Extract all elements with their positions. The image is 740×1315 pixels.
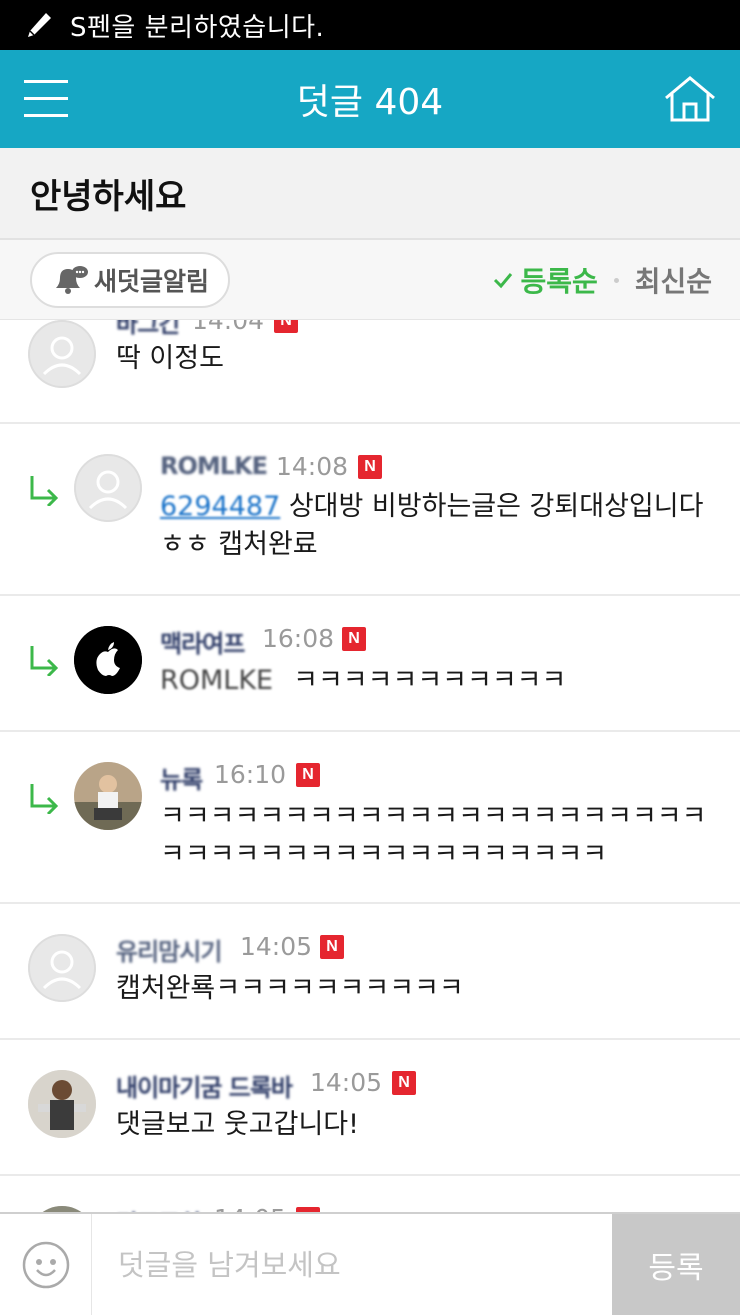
- hamburger-menu-icon[interactable]: [24, 80, 70, 120]
- comment-item: 뉴록 16:10 N ㅋㅋㅋㅋㅋㅋㅋㅋㅋㅋㅋㅋㅋㅋㅋㅋㅋㅋㅋㅋㅋㅋㅋㅋㅋㅋㅋㅋㅋ…: [0, 732, 740, 904]
- post-title: 안녕하세요: [30, 176, 187, 217]
- check-icon: [494, 273, 513, 289]
- default-avatar-icon: [28, 320, 96, 388]
- default-avatar-icon: [74, 454, 142, 522]
- comment-item: ROMLKE 14:08 N 6294487 상대방 비방하는글은 강퇴대상입니…: [0, 424, 740, 596]
- separator-dot: [613, 277, 619, 283]
- comment-input[interactable]: [94, 1214, 612, 1315]
- sort-options: 등록순 최신순: [492, 260, 712, 300]
- new-badge: N: [274, 320, 298, 333]
- alert-button-label: 새덧글알림: [94, 267, 210, 296]
- comment-text: 댓글보고 웃고갑니다!: [116, 1109, 359, 1140]
- comment-author[interactable]: 바그긴: [116, 320, 180, 339]
- reply-arrow-icon: [30, 784, 59, 814]
- comment-list: 바그긴 14:04 N 딱 이정도 ROMLKE 14:08 N 6294487…: [0, 320, 740, 1212]
- comment-item: 내이마기굼 드록바 14:05 N 댓글보고 웃고갑니다!: [0, 1040, 740, 1176]
- submit-button[interactable]: 등록: [612, 1214, 740, 1315]
- status-bar: S펜을 분리하였습니다.: [0, 0, 740, 50]
- comment-time: 14:05: [214, 1204, 286, 1212]
- default-avatar-icon: [28, 934, 96, 1002]
- status-text: S펜을 분리하였습니다.: [70, 12, 325, 43]
- comment-text: 딱 이정도: [116, 343, 224, 374]
- comment-time: 14:08: [276, 452, 349, 481]
- page-title: 덧글 404: [296, 82, 444, 123]
- comment-author[interactable]: 갓프로치: [116, 1204, 201, 1212]
- emoji-button[interactable]: [0, 1214, 92, 1315]
- comment-author[interactable]: 유리맘시기: [116, 932, 222, 967]
- comment-text: ㅋㅋㅋㅋㅋㅋㅋㅋㅋㅋㅋㅋㅋㅋㅋㅋㅋㅋㅋㅋㅋㅋㅋㅋㅋㅋㅋㅋㅋㅋㅋㅋㅋㅋㅋㅋㅋㅋㅋㅋ: [160, 801, 707, 870]
- pen-icon: [28, 13, 51, 37]
- new-badge: N: [320, 935, 344, 959]
- apple-avatar-icon: [74, 626, 142, 694]
- new-badge: N: [358, 455, 382, 479]
- comment-author[interactable]: 뉴록: [160, 760, 203, 795]
- new-badge: N: [296, 763, 320, 787]
- comment-item: 유리맘시기 14:05 N 캡처완룍ㅋㅋㅋㅋㅋㅋㅋㅋㅋㅋ: [0, 904, 740, 1040]
- comment-input-bar: 등록: [0, 1212, 740, 1315]
- comment-item: 맥라여프 16:08 N ROMLKE ㅋㅋㅋㅋㅋㅋㅋㅋㅋㅋㅋ: [0, 596, 740, 732]
- comment-time: 16:10: [214, 760, 287, 789]
- mention-link[interactable]: 6294487: [160, 491, 280, 522]
- reply-arrow-icon: [30, 476, 59, 506]
- bell-icon: [56, 266, 88, 294]
- sticker-icon: [22, 1241, 69, 1288]
- comment-author[interactable]: ROMLKE: [160, 452, 268, 480]
- comment-text: ROMLKE ㅋㅋㅋㅋㅋㅋㅋㅋㅋㅋㅋ: [160, 665, 567, 696]
- new-badge: N: [392, 1071, 416, 1095]
- comment-time: 14:05: [310, 1068, 383, 1097]
- comment-item: 갓프로치 14:05 N: [0, 1176, 740, 1212]
- comment-time: 14:04: [192, 320, 265, 335]
- comment-time: 14:05: [240, 932, 313, 961]
- profile-photo-avatar: [74, 762, 142, 830]
- sort-registered-button[interactable]: 등록순: [520, 260, 597, 300]
- comment-text: 캡처완룍ㅋㅋㅋㅋㅋㅋㅋㅋㅋㅋ: [116, 973, 464, 1004]
- comment-time: 16:08: [262, 624, 335, 653]
- new-comment-alert-button[interactable]: 새덧글알림: [30, 252, 230, 308]
- comment-item: 바그긴 14:04 N 딱 이정도: [0, 320, 740, 424]
- app-header: 덧글 404: [0, 50, 740, 148]
- comment-controls: 새덧글알림 등록순 최신순: [0, 240, 740, 320]
- post-title-bar: 안녕하세요: [0, 148, 740, 240]
- comment-text: 6294487 상대방 비방하는글은 강퇴대상입니다 ㅎㅎ 캡처완료: [160, 491, 704, 560]
- sort-latest-button[interactable]: 최신순: [635, 260, 712, 300]
- home-icon[interactable]: [662, 74, 718, 124]
- reply-arrow-icon: [30, 646, 59, 676]
- comment-author[interactable]: 맥라여프: [160, 624, 245, 659]
- profile-photo-avatar: [28, 1070, 96, 1138]
- mention-link[interactable]: ROMLKE: [160, 665, 273, 696]
- new-badge: N: [342, 627, 366, 651]
- comment-author[interactable]: 내이마기굼 드록바: [116, 1068, 293, 1103]
